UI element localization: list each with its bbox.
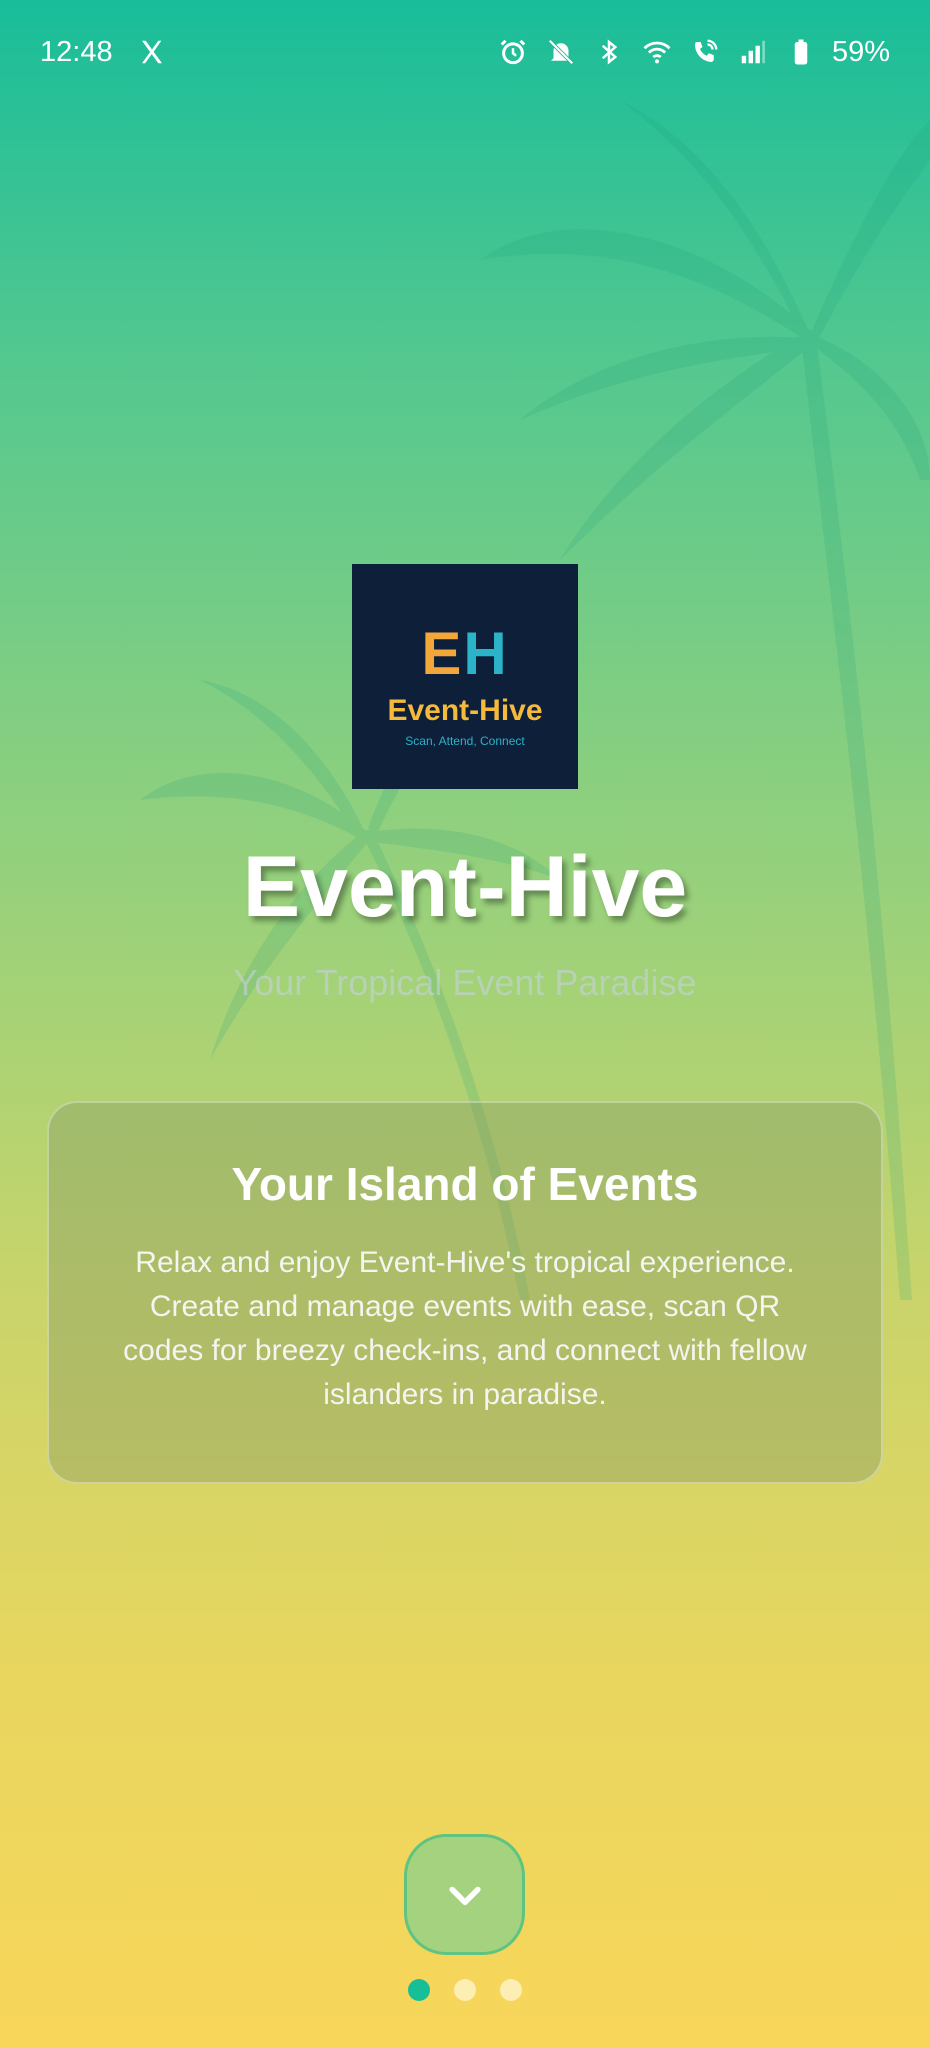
wifi-icon xyxy=(640,35,674,69)
card-title: Your Island of Events xyxy=(231,1158,699,1210)
signal-icon xyxy=(736,35,770,69)
status-bar: 12:48 59% xyxy=(0,0,930,104)
wifi-calling-icon xyxy=(688,35,722,69)
onboarding-card: Your Island of Events Relax and enjoy Ev… xyxy=(47,1101,883,1484)
app-subtitle: Your Tropical Event Paradise xyxy=(233,962,697,1003)
chevron-down-icon xyxy=(448,1886,481,1905)
palm-tree-illustration xyxy=(140,100,930,1300)
logo-name: Event-Hive xyxy=(387,693,543,727)
mute-icon xyxy=(544,35,578,69)
next-button[interactable] xyxy=(404,1834,525,1955)
logo-letter-h: H xyxy=(463,619,509,687)
status-left: 12:48 xyxy=(40,35,169,69)
card-description: Relax and enjoy Event-Hive's tropical ex… xyxy=(123,1246,807,1411)
bluetooth-icon xyxy=(592,35,626,69)
battery-icon xyxy=(784,35,818,69)
page-dot-1[interactable] xyxy=(408,1979,430,2001)
logo-letter-e: E xyxy=(421,619,464,687)
page-dot-3[interactable] xyxy=(500,1979,522,2001)
app-title: Event-Hive xyxy=(242,839,688,935)
status-time: 12:48 xyxy=(40,35,113,68)
alarm-icon xyxy=(496,35,530,69)
logo-monogram: EH xyxy=(421,623,508,684)
page-dot-2[interactable] xyxy=(454,1979,476,2001)
x-logo-icon xyxy=(135,35,169,69)
battery-percent: 59% xyxy=(831,35,890,68)
app-logo: EH Event-Hive Scan, Attend, Connect xyxy=(352,564,578,789)
status-right: 59% xyxy=(496,35,890,69)
page-indicator xyxy=(0,1979,930,2001)
logo-tagline: Scan, Attend, Connect xyxy=(405,733,525,748)
